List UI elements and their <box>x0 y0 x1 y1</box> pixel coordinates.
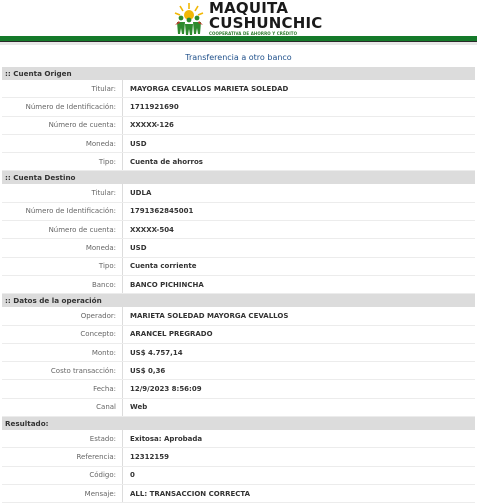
table-row: Número de Identificación: 1791362845001 <box>2 202 475 222</box>
header: MAQUITA CUSHUNCHIC COOPERATIVA DE AHORRO… <box>0 0 477 36</box>
receipt-table: :: Cuenta Origen Titular: MAYORGA CEVALL… <box>2 67 475 503</box>
row-label: Número de cuenta: <box>2 220 123 240</box>
table-row: Concepto: ARANCEL PREGRADO <box>2 325 475 344</box>
logo-wordmark: MAQUITA CUSHUNCHIC COOPERATIVA DE AHORRO… <box>209 1 322 36</box>
row-label: Operador: <box>2 307 123 326</box>
table-row: Canal Web <box>2 398 475 418</box>
header-sub-bar <box>0 42 477 45</box>
logo-line-3: COOPERATIVA DE AHORRO Y CRÉDITO <box>209 31 298 36</box>
table-row: Número de cuenta: XXXXX-504 <box>2 220 475 240</box>
section-title: :: Cuenta Origen <box>2 67 475 80</box>
table-row: Titular: UDLA <box>2 184 475 203</box>
row-value: Exitosa: Aprobada <box>122 430 475 449</box>
row-label: Costo transacción: <box>2 361 123 381</box>
people-sun-logo-icon <box>172 1 206 35</box>
section-title: :: Datos de la operación <box>2 293 475 308</box>
table-row: Código: 0 <box>2 466 475 485</box>
row-value: Web <box>122 398 475 418</box>
logo-line-2: CUSHUNCHIC <box>209 14 323 32</box>
table-row: Referencia: 12312159 <box>2 447 475 467</box>
row-value: USD <box>122 238 475 258</box>
table-row: Monto: US$ 4.757,14 <box>2 343 475 363</box>
row-label: Fecha: <box>2 379 123 399</box>
table-row: Operador: MARIETA SOLEDAD MAYORGA CEVALL… <box>2 307 475 326</box>
table-row: Número de Identificación: 1711921690 <box>2 97 475 117</box>
row-value: Cuenta de ahorros <box>122 152 475 172</box>
row-value: 0 <box>122 466 475 485</box>
row-label: Código: <box>2 466 123 485</box>
row-value: ALL: TRANSACCION CORRECTA <box>122 484 475 503</box>
row-value: 1791362845001 <box>122 202 475 222</box>
row-value: XXXXX-504 <box>122 220 475 240</box>
row-label: Moneda: <box>2 134 123 154</box>
table-row: Número de cuenta: XXXXX-126 <box>2 116 475 135</box>
row-value: MARIETA SOLEDAD MAYORGA CEVALLOS <box>122 307 475 326</box>
row-value: US$ 4.757,14 <box>122 343 475 363</box>
row-label: Número de cuenta: <box>2 116 123 135</box>
page-title: Transferencia a otro banco <box>185 53 292 62</box>
cooperative-logo: MAQUITA CUSHUNCHIC COOPERATIVA DE AHORRO… <box>172 1 322 36</box>
table-row: Tipo: Cuenta corriente <box>2 257 475 276</box>
row-value: 12/9/2023 8:56:09 <box>122 379 475 399</box>
table-row: Mensaje: ALL: TRANSACCION CORRECTA <box>2 484 475 503</box>
row-label: Titular: <box>2 184 123 203</box>
row-label: Canal <box>2 398 123 418</box>
row-value: MAYORGA CEVALLOS MARIETA SOLEDAD <box>122 80 475 99</box>
row-value: BANCO PICHINCHA <box>122 275 475 295</box>
section-header-operacion: :: Datos de la operación <box>2 293 475 308</box>
table-row: Titular: MAYORGA CEVALLOS MARIETA SOLEDA… <box>2 80 475 99</box>
table-row: Moneda: USD <box>2 238 475 258</box>
section-header-resultado: Resultado: <box>2 416 475 431</box>
row-label: Número de Identificación: <box>2 202 123 222</box>
row-value: USD <box>122 134 475 154</box>
section-header-origen: :: Cuenta Origen <box>2 67 475 80</box>
row-label: Monto: <box>2 343 123 363</box>
table-row: Costo transacción: US$ 0,36 <box>2 361 475 381</box>
row-label: Estado: <box>2 430 123 449</box>
table-row: Fecha: 12/9/2023 8:56:09 <box>2 379 475 399</box>
section-title: Resultado: <box>2 416 475 431</box>
table-row: Tipo: Cuenta de ahorros <box>2 152 475 172</box>
section-title: :: Cuenta Destino <box>2 170 475 185</box>
row-value: XXXXX-126 <box>122 116 475 135</box>
row-value: US$ 0,36 <box>122 361 475 381</box>
table-row: Banco: BANCO PICHINCHA <box>2 275 475 295</box>
row-value: 12312159 <box>122 447 475 467</box>
row-value: ARANCEL PREGRADO <box>122 325 475 344</box>
row-value: 1711921690 <box>122 97 475 117</box>
row-label: Mensaje: <box>2 484 123 503</box>
row-label: Moneda: <box>2 238 123 258</box>
row-label: Titular: <box>2 80 123 99</box>
row-label: Tipo: <box>2 152 123 172</box>
row-label: Banco: <box>2 275 123 295</box>
row-label: Tipo: <box>2 257 123 276</box>
row-label: Número de Identificación: <box>2 97 123 117</box>
table-row: Moneda: USD <box>2 134 475 154</box>
row-value: UDLA <box>122 184 475 203</box>
section-header-destino: :: Cuenta Destino <box>2 170 475 185</box>
row-label: Concepto: <box>2 325 123 344</box>
row-value: Cuenta corriente <box>122 257 475 276</box>
row-label: Referencia: <box>2 447 123 467</box>
table-row: Estado: Exitosa: Aprobada <box>2 430 475 449</box>
